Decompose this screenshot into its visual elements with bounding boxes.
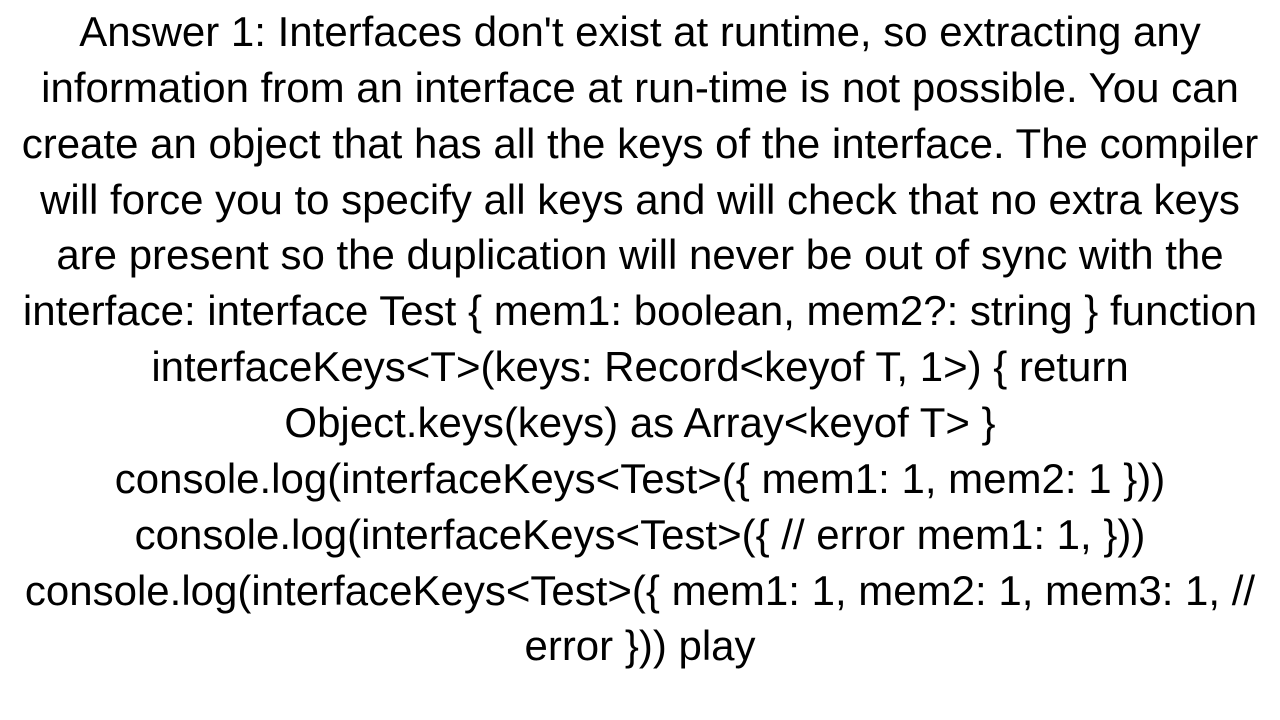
answer-text: Answer 1: Interfaces don't exist at runt… bbox=[10, 0, 1270, 674]
